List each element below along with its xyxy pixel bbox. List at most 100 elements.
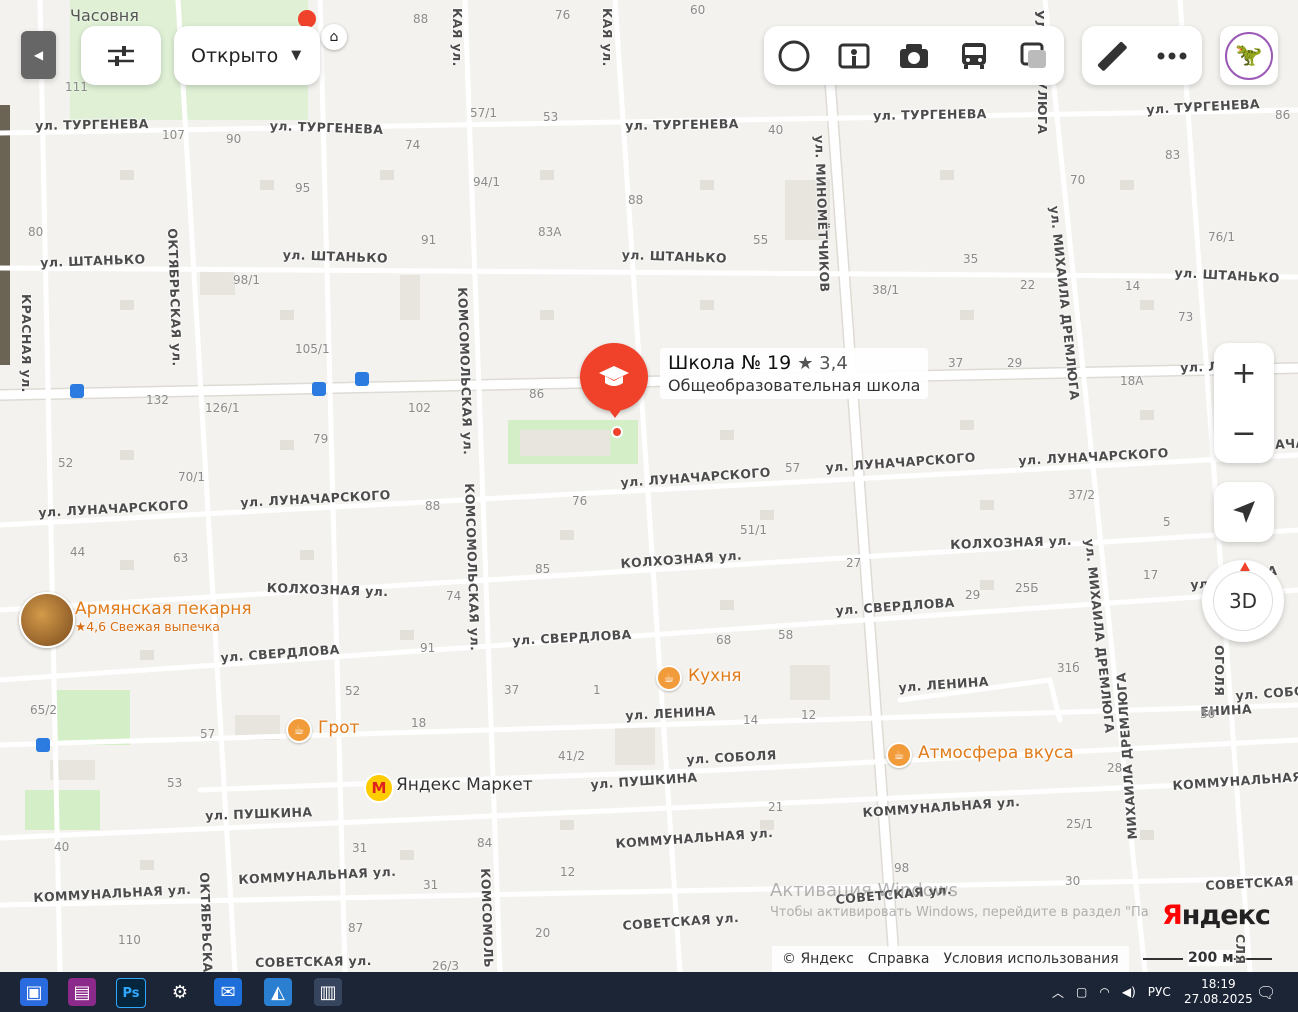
locate-me-button[interactable] xyxy=(1214,482,1274,542)
open-filter-dropdown[interactable]: Открыто ▼ xyxy=(174,26,320,85)
house-number: 74 xyxy=(446,589,462,603)
house-number: 76/1 xyxy=(1208,230,1235,244)
poi-yandex-market[interactable]: Яндекс Маркет xyxy=(396,775,533,795)
park-area xyxy=(25,790,100,830)
house-number: 68 xyxy=(716,633,732,647)
zoom-in-button[interactable]: + xyxy=(1231,343,1256,403)
house-number: 74 xyxy=(405,138,421,152)
network-device-icon[interactable]: ▢ xyxy=(1076,985,1087,999)
watermark-text: Чтобы активировать Windows, перейдите в … xyxy=(770,905,1150,920)
house-number: 107 xyxy=(162,128,185,142)
house-number: 111 xyxy=(65,80,88,94)
logo-first-letter: Я xyxy=(1162,900,1183,931)
street-label: ул. ТУРГЕНЕВА xyxy=(35,116,149,133)
street-label: ул. ТУРГЕНЕВА xyxy=(625,116,739,133)
poi-bakery-subtitle: ★4,6 Свежая выпечка xyxy=(75,619,220,634)
house-number: 51/1 xyxy=(740,523,767,537)
house-number: 94/1 xyxy=(473,175,500,189)
profile-button[interactable]: 🦖 xyxy=(1220,26,1278,85)
graduation-cap-icon xyxy=(599,366,629,386)
place-rating: ★ 3,4 xyxy=(797,353,848,374)
house-number: 91 xyxy=(421,233,437,247)
clock[interactable]: 18:19 27.08.2025 xyxy=(1184,972,1253,1012)
photos-icon[interactable]: ◭ xyxy=(264,978,292,1006)
chapel-label: Часовня xyxy=(70,6,139,25)
help-link[interactable]: Справка xyxy=(868,951,930,967)
house-number: 29 xyxy=(965,588,981,602)
bakery-photo[interactable] xyxy=(19,592,75,648)
cafe-icon[interactable]: ☕ xyxy=(286,717,312,743)
app-icon[interactable]: ▥ xyxy=(314,978,342,1006)
ruler-button[interactable] xyxy=(1082,26,1142,86)
house-number: 79 xyxy=(313,432,329,446)
house-number: 63 xyxy=(173,551,189,565)
collapse-sidebar-button[interactable]: ◀ xyxy=(21,31,56,79)
house-number: 91 xyxy=(420,641,436,655)
start-icon[interactable]: ▣ xyxy=(20,978,48,1006)
street-label: КРАСНАЯ ул. xyxy=(19,294,34,393)
restaurant-icon[interactable]: ☕ xyxy=(656,665,682,691)
volume-icon[interactable]: ◀) xyxy=(1122,985,1136,999)
house-number: 40 xyxy=(768,123,784,137)
cafe-icon[interactable]: ☕ xyxy=(886,742,912,768)
house-number: 60 xyxy=(690,3,706,17)
place-card[interactable]: Школа № 19 ★ 3,4 Общеобразовательная шко… xyxy=(660,348,929,399)
zoom-control: + − xyxy=(1214,343,1274,463)
house-number: 76 xyxy=(572,494,588,508)
chevron-up-icon[interactable]: ︿ xyxy=(1052,984,1064,1001)
panorama-button[interactable] xyxy=(824,26,884,86)
yandex-logo[interactable]: Яндекс xyxy=(1162,900,1271,931)
house-number: 110 xyxy=(118,933,141,947)
photoshop-icon[interactable]: Ps xyxy=(116,978,146,1008)
house-number: 5 xyxy=(1163,515,1171,529)
mail-icon[interactable]: ✉ xyxy=(214,978,242,1006)
compass-control[interactable]: 3D xyxy=(1202,560,1284,642)
house-number: 12 xyxy=(801,708,817,722)
language-indicator[interactable]: РУС xyxy=(1148,985,1171,999)
school-marker[interactable] xyxy=(580,343,648,411)
map-canvas[interactable]: Часовня ⌂ ул. ТУРГЕНЕВА ул. ТУРГЕНЕВА ул. … xyxy=(0,0,1298,972)
transit-button[interactable] xyxy=(944,26,1004,86)
poi-grot[interactable]: Грот xyxy=(318,718,359,738)
settings-icon[interactable]: ⚙ xyxy=(166,978,194,1006)
house-number: 20 xyxy=(535,926,551,940)
photo-button[interactable] xyxy=(884,26,944,86)
place-name: Школа № 19 xyxy=(668,352,792,374)
home-icon[interactable]: ⌂ xyxy=(321,24,347,50)
satellite-layer-button[interactable] xyxy=(764,26,824,86)
house-number: 37/2 xyxy=(1068,488,1095,502)
market-icon[interactable]: M xyxy=(364,773,394,803)
house-number: 37 xyxy=(948,356,964,370)
more-button[interactable] xyxy=(1142,26,1202,86)
poi-atmosfera[interactable]: Атмосфера вкуса xyxy=(918,743,1074,763)
house-number: 86 xyxy=(529,387,545,401)
traffic-icon xyxy=(1020,42,1046,68)
street-label: СЛЯ xyxy=(1233,934,1248,965)
park-area xyxy=(55,690,130,745)
winrar-icon[interactable]: ▤ xyxy=(68,978,96,1006)
map-footer: © Яндекс Справка Условия использования xyxy=(772,946,1129,972)
tools-panel xyxy=(1082,26,1202,85)
filters-button[interactable] xyxy=(81,26,161,85)
3d-button[interactable]: 3D xyxy=(1213,571,1273,631)
terms-link[interactable]: Условия использования xyxy=(943,951,1118,967)
house-number: 30 xyxy=(1065,874,1081,888)
more-icon xyxy=(1157,52,1187,59)
house-number: 84 xyxy=(477,836,493,850)
house-number: 73 xyxy=(1178,310,1194,324)
house-number: 76 xyxy=(555,8,571,22)
house-number: 58 xyxy=(778,628,794,642)
notifications-icon[interactable]: 🗨 xyxy=(1256,972,1276,1012)
wifi-icon[interactable]: ◠ xyxy=(1099,985,1109,999)
house-number: 65/2 xyxy=(30,703,57,717)
poi-armenian-bakery[interactable]: Армянская пекарня xyxy=(75,599,252,619)
poi-kukhnya[interactable]: Кухня xyxy=(688,666,742,686)
copyright-link[interactable]: © Яндекс xyxy=(782,951,854,967)
traffic-button[interactable] xyxy=(1004,26,1064,86)
zoom-out-button[interactable]: − xyxy=(1231,403,1256,463)
photo-strip xyxy=(0,105,10,365)
house-number: 55 xyxy=(753,233,769,247)
house-number: 14 xyxy=(1125,279,1141,293)
house-number: 80 xyxy=(28,225,44,239)
house-number: 21 xyxy=(768,800,784,814)
